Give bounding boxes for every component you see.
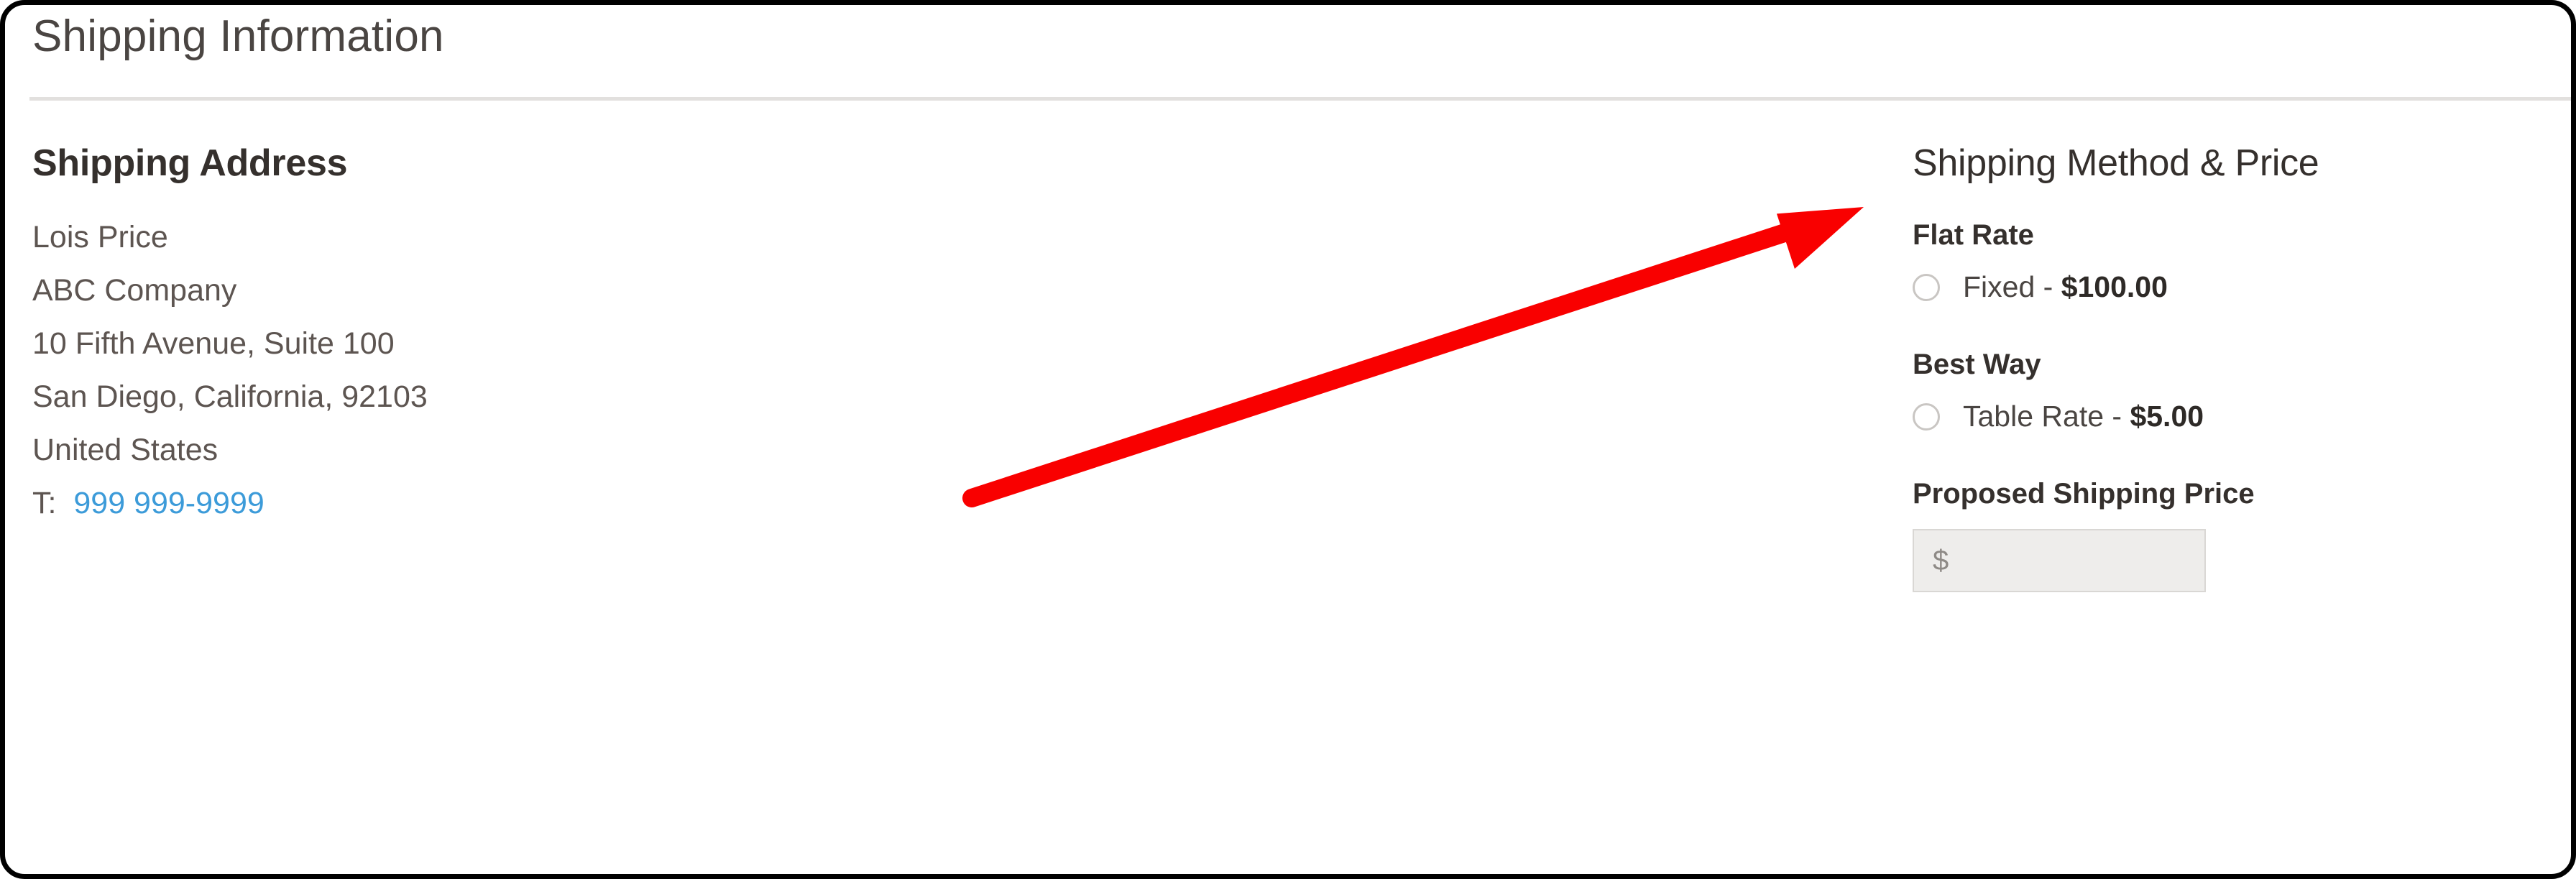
address-line-city-region: San Diego, California, 92103: [32, 379, 428, 414]
phone-row: T: 999 999-9999: [32, 477, 895, 530]
shipping-method-section: Shipping Method & Price Flat Rate Fixed …: [1913, 142, 2545, 592]
method-price-table-rate: $5.00: [2130, 400, 2204, 433]
page-title: Shipping Information: [32, 11, 444, 61]
proposed-shipping-price-input[interactable]: $: [1913, 529, 2206, 592]
address-line-name: Lois Price: [32, 220, 168, 254]
phone-link[interactable]: 999 999-9999: [73, 486, 264, 520]
method-name-fixed: Fixed: [1963, 270, 2036, 303]
shipping-method-label-fixed: Fixed - $100.00: [1963, 270, 2168, 304]
shipping-information-panel: Shipping Information Shipping Address Lo…: [0, 0, 2576, 879]
title-divider: [29, 97, 2571, 101]
shipping-method-label-table-rate: Table Rate - $5.00: [1963, 400, 2204, 433]
method-separator-fixed: -: [2035, 270, 2061, 303]
address-line-company: ABC Company: [32, 273, 237, 308]
carrier-title-flat-rate: Flat Rate: [1913, 219, 2034, 251]
method-name-table-rate: Table Rate: [1963, 400, 2104, 433]
proposed-shipping-price-label: Proposed Shipping Price: [1913, 478, 2255, 510]
address-line-country: United States: [32, 433, 218, 467]
radio-table-rate[interactable]: [1913, 402, 1940, 431]
address-line-street: 10 Fifth Avenue, Suite 100: [32, 326, 395, 361]
currency-symbol: $: [1933, 544, 1949, 576]
phone-label: T:: [32, 486, 57, 520]
method-separator-table-rate: -: [2104, 400, 2130, 433]
shipping-method-heading: Shipping Method & Price: [1913, 142, 2319, 184]
shipping-method-option-fixed[interactable]: Fixed - $100.00: [1913, 270, 2545, 304]
shipping-address-heading: Shipping Address: [32, 142, 348, 184]
shipping-method-option-table-rate[interactable]: Table Rate - $5.00: [1913, 400, 2545, 433]
shipping-address-section: Shipping Address Lois Price ABC Company …: [32, 142, 895, 530]
method-price-fixed: $100.00: [2061, 270, 2168, 303]
address-block: Lois Price ABC Company 10 Fifth Avenue, …: [32, 211, 895, 530]
carrier-title-best-way: Best Way: [1913, 349, 2041, 380]
radio-fixed[interactable]: [1913, 273, 1940, 301]
